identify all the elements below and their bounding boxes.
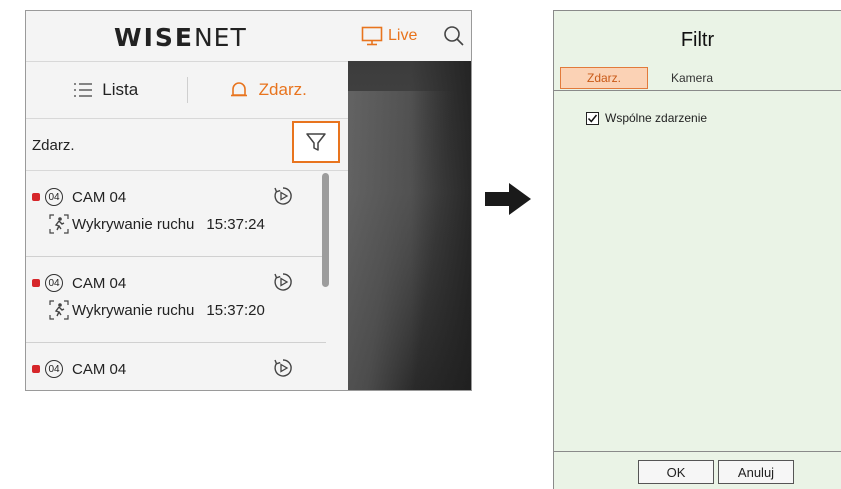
list-icon <box>74 83 93 97</box>
camera-name: CAM 04 <box>72 274 127 292</box>
live-button[interactable]: Live <box>361 26 417 46</box>
tab-events-filter[interactable]: Zdarz. <box>560 67 648 89</box>
event-time: 15:37:24 <box>206 215 265 233</box>
motion-detection-icon <box>49 300 69 320</box>
record-dot-icon <box>32 279 40 287</box>
replay-icon[interactable] <box>272 357 294 379</box>
events-heading: Zdarz. <box>32 137 75 154</box>
live-label: Live <box>388 27 418 44</box>
replay-icon[interactable] <box>272 185 294 207</box>
list-item[interactable]: 04 CAM 04 Wykrywanie ruchu 15:37:24 <box>26 171 326 257</box>
mobile-app-panel: WISENET Live Lista Zdarz. Zdarz. 04 CAM … <box>25 10 472 391</box>
common-event-option[interactable]: Wspólne zdarzenie <box>586 111 707 125</box>
tab-camera-filter[interactable]: Kamera <box>648 67 736 89</box>
event-type: Wykrywanie ruchu <box>72 301 195 319</box>
dialog-divider <box>554 90 841 91</box>
top-bar: WISENET Live <box>26 11 471 61</box>
event-list: 04 CAM 04 Wykrywanie ruchu 15:37:24 04 C… <box>26 171 326 390</box>
live-video-view[interactable] <box>348 61 471 390</box>
replay-icon[interactable] <box>272 271 294 293</box>
monitor-icon <box>361 26 383 46</box>
event-filter-row: Zdarz. <box>26 121 348 171</box>
dialog-title: Filtr <box>680 29 715 51</box>
common-event-checkbox[interactable] <box>586 111 599 125</box>
channel-badge: 04 <box>45 360 63 378</box>
tab-events-label: Zdarz. <box>258 80 307 99</box>
bell-icon <box>230 82 247 97</box>
tab-list[interactable]: Lista <box>26 80 187 100</box>
channel-badge: 04 <box>45 274 63 292</box>
event-list-scrollbar[interactable] <box>322 173 329 287</box>
camera-name: CAM 04 <box>72 360 127 378</box>
list-item[interactable]: 04 CAM 04 <box>26 343 326 390</box>
arrow-right-icon <box>485 183 531 215</box>
dialog-tabs: Zdarz. Kamera <box>560 67 736 89</box>
tab-events[interactable]: Zdarz. <box>188 80 349 100</box>
filter-dialog: Filtr Zdarz. Kamera Wspólne zdarzenie OK… <box>553 10 841 489</box>
event-type: Wykrywanie ruchu <box>72 215 195 233</box>
camera-name: CAM 04 <box>72 188 127 206</box>
common-event-label: Wspólne zdarzenie <box>605 111 708 125</box>
view-tabs: Lista Zdarz. <box>26 61 348 119</box>
record-dot-icon <box>32 193 40 201</box>
tab-list-label: Lista <box>102 80 139 99</box>
cancel-button[interactable]: Anuluj <box>718 460 794 484</box>
filter-button[interactable] <box>292 121 340 163</box>
channel-badge: 04 <box>45 188 63 206</box>
record-dot-icon <box>32 365 40 373</box>
list-item[interactable]: 04 CAM 04 Wykrywanie ruchu 15:37:20 <box>26 257 326 343</box>
dialog-footer-divider <box>554 451 841 452</box>
checkmark-icon <box>587 114 598 123</box>
wisenet-logo: WISENET <box>114 23 247 52</box>
event-time: 15:37:20 <box>206 301 265 319</box>
search-icon[interactable] <box>443 25 465 47</box>
motion-detection-icon <box>49 214 69 234</box>
ok-button[interactable]: OK <box>638 460 714 484</box>
filter-icon <box>306 133 326 151</box>
